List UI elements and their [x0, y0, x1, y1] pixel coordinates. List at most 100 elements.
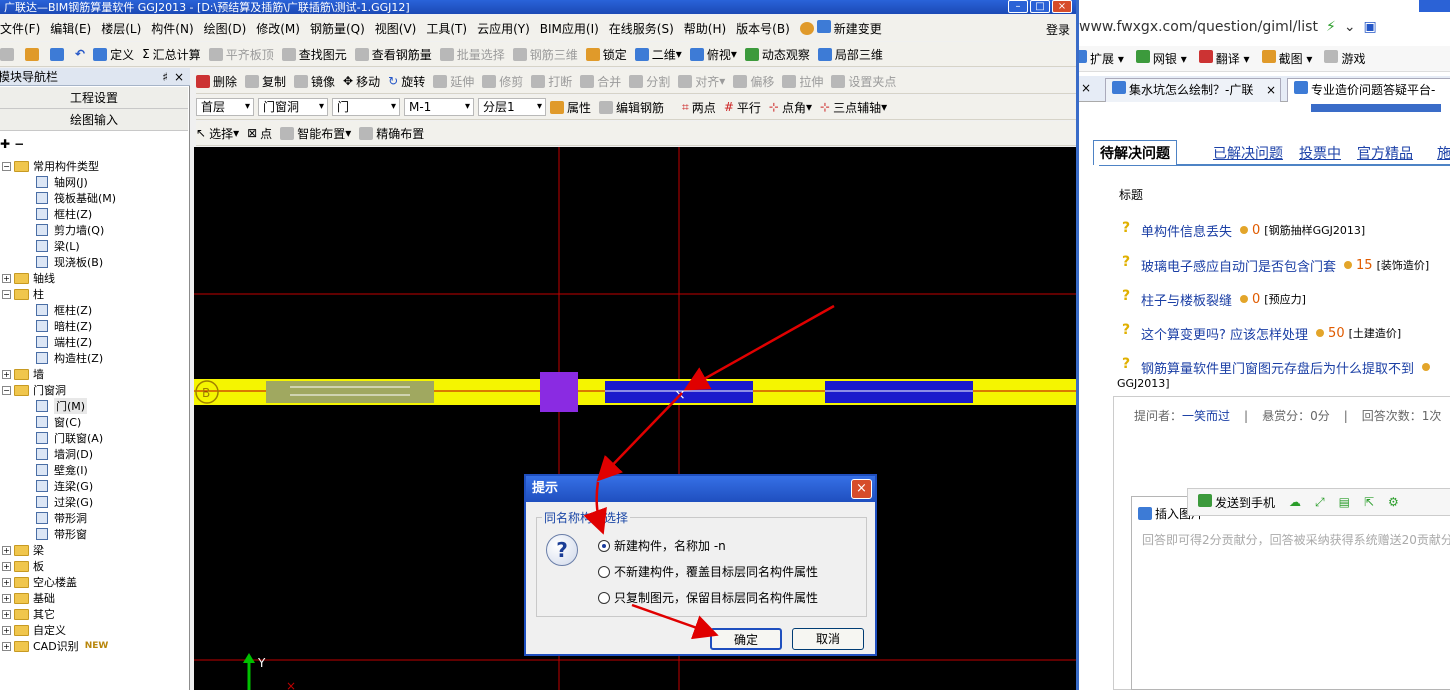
trim-button[interactable]: 修剪 — [482, 73, 523, 90]
asker-name[interactable]: 一笑而过 — [1182, 407, 1230, 424]
menu-component[interactable]: 构件(N) — [151, 20, 193, 37]
tree-item[interactable]: 过梁(G) — [0, 494, 188, 510]
radio-overwrite[interactable] — [598, 565, 610, 578]
expand-icon[interactable]: + — [2, 273, 11, 283]
dynamic-view-button[interactable]: 动态观察 — [744, 46, 810, 63]
close-window-button[interactable]: × — [1052, 0, 1072, 13]
menu-help[interactable]: 帮助(H) — [684, 20, 726, 37]
tree-item[interactable]: 筏板基础(M) — [0, 190, 188, 206]
undo-button[interactable]: ↶ — [75, 47, 85, 61]
menu-online[interactable]: 在线服务(S) — [609, 20, 674, 37]
rotate-button[interactable]: ↻ 旋转 — [388, 73, 425, 90]
component-select[interactable]: M-1 — [404, 98, 474, 116]
bank-button[interactable]: 网银 ▾ — [1135, 50, 1187, 67]
layer-select[interactable]: 分层1 — [478, 98, 546, 116]
tree-folder[interactable]: + 空心楼盖 — [0, 574, 188, 590]
editor-placeholder[interactable]: 回答即可得2分贡献分，回答被采纳获得系统赠送20贡献分 — [1142, 531, 1450, 548]
tab-pending[interactable]: 待解决问题 — [1093, 140, 1177, 165]
radio-copy-only[interactable] — [598, 591, 610, 604]
question-title[interactable]: 玻璃电子感应自动门是否包含门套 — [1141, 256, 1336, 275]
delete-button[interactable]: 删除 — [196, 73, 237, 90]
split-button[interactable]: 分割 — [629, 73, 670, 90]
copy-button[interactable]: 复制 — [245, 73, 286, 90]
expand-icon[interactable]: + — [2, 609, 11, 619]
expand-icon[interactable]: + — [2, 561, 11, 571]
tree-folder[interactable]: + 墙 — [0, 366, 188, 382]
expand-icon[interactable]: + — [2, 641, 11, 651]
option-overwrite[interactable]: 不新建构件，覆盖目标层同名构件属性 — [598, 563, 818, 580]
translate-button[interactable]: 翻译 ▾ — [1198, 50, 1250, 67]
list-item[interactable]: 这个算变更吗? 应该怎样处理 50 [土建造价] — [1141, 323, 1401, 343]
define-button[interactable]: 定义 — [93, 46, 134, 63]
address-bar[interactable]: www.fwxgx.com/question/giml/list ⚡ ⌄ ▣ — [1079, 14, 1450, 40]
list-item[interactable]: 钢筋算量软件里门窗图元存盘后为什么提取不到 — [1141, 357, 1434, 377]
rebar-3d-button[interactable]: 钢筋三维 — [512, 46, 578, 63]
smart-layout-dropdown[interactable]: 智能布置 ▾ — [280, 125, 351, 142]
settings-gear-icon[interactable]: ⚙ — [1388, 495, 1399, 509]
two-point-button[interactable]: ⌗ 两点 — [682, 99, 716, 116]
send-to-phone-button[interactable]: 发送到手机 — [1198, 493, 1275, 511]
top-view-dropdown[interactable]: 俯视 ▾ — [689, 46, 737, 63]
set-point-button[interactable]: 设置夹点 — [831, 73, 896, 90]
list-item[interactable]: 玻璃电子感应自动门是否包含门套 15 [装饰造价] — [1141, 255, 1429, 275]
list-item[interactable]: 单构件信息丢失 0 [钢筋抽样GGJ2013] — [1141, 220, 1365, 240]
precise-layout-button[interactable]: 精确布置 — [359, 125, 424, 142]
tree-folder[interactable]: − 常用构件类型 — [0, 158, 188, 174]
cloud-icon[interactable]: ☁ — [1289, 495, 1301, 509]
view-2d-dropdown[interactable]: 二维 ▾ — [634, 46, 682, 63]
screenshot-button[interactable]: 截图 ▾ — [1261, 50, 1312, 67]
share-icon[interactable]: ⇱ — [1364, 495, 1374, 509]
tree-folder[interactable]: + 基础 — [0, 590, 188, 606]
menu-edit[interactable]: 编辑(E) — [50, 20, 91, 37]
sum-calc-button[interactable]: Σ 汇总计算 — [142, 46, 201, 63]
tab-qa-platform[interactable]: 专业造价问题答疑平台- — [1287, 78, 1450, 102]
tree-expand-collapse[interactable]: ✚ − — [0, 136, 24, 152]
select-dropdown[interactable]: ↖ 选择 ▾ — [196, 125, 239, 142]
property-button[interactable]: 属性 — [550, 99, 591, 116]
open-button[interactable] — [25, 47, 42, 61]
tree-item[interactable]: 带形窗 — [0, 526, 188, 542]
batch-select-button[interactable]: 批量选择 — [439, 46, 505, 63]
game-button[interactable]: 游戏 — [1324, 50, 1365, 67]
tree-folder[interactable]: + 轴线 — [0, 270, 188, 286]
point-button[interactable]: ⊠ 点 — [247, 125, 272, 142]
tree-item[interactable]: 框柱(Z) — [0, 302, 188, 318]
parallel-button[interactable]: # 平行 — [724, 99, 761, 116]
expand-icon[interactable]: + — [2, 545, 11, 555]
lightning-icon[interactable]: ⚡ — [1326, 19, 1336, 35]
menu-modify[interactable]: 修改(M) — [256, 20, 300, 37]
category-select[interactable]: 门窗洞 — [258, 98, 328, 116]
window-element[interactable] — [266, 381, 434, 403]
tree-folder[interactable]: + CAD识别 NEW — [0, 638, 188, 654]
drawing-input-button[interactable]: 绘图输入 — [0, 109, 188, 131]
offset-button[interactable]: 偏移 — [733, 73, 774, 90]
new-file-button[interactable] — [0, 47, 17, 61]
tree-item[interactable]: 窗(C) — [0, 414, 188, 430]
menu-rebar[interactable]: 钢筋量(Q) — [310, 20, 365, 37]
save-page-icon[interactable]: ▤ — [1339, 495, 1350, 509]
expand-all-icon[interactable]: ✚ — [0, 137, 10, 151]
answer-editor[interactable]: 插入图片 回答即可得2分贡献分，回答被采纳获得系统赠送20贡献分 — [1131, 496, 1450, 690]
question-title[interactable]: 钢筋算量软件里门窗图元存盘后为什么提取不到 — [1141, 358, 1414, 377]
tree-item[interactable]: 端柱(Z) — [0, 334, 188, 350]
option-copy-only[interactable]: 只复制图元，保留目标层同名构件属性 — [598, 589, 818, 606]
save-button[interactable] — [50, 47, 67, 61]
tree-item[interactable]: 框柱(Z) — [0, 206, 188, 222]
column-element[interactable] — [540, 372, 578, 412]
menu-file[interactable]: 文件(F) — [0, 20, 40, 37]
question-title[interactable]: 单构件信息丢失 — [1141, 221, 1232, 240]
search-engine-icon[interactable]: ▣ — [1364, 19, 1377, 35]
break-button[interactable]: 打断 — [531, 73, 572, 90]
local-3d-button[interactable]: 局部三维 — [817, 46, 883, 63]
question-title[interactable]: 柱子与楼板裂缝 — [1141, 290, 1232, 309]
tree-item[interactable]: 现浇板(B) — [0, 254, 188, 270]
tab-sump-pit[interactable]: 集水坑怎么绘制？-广联 × — [1105, 78, 1281, 102]
tree-item[interactable]: 墙洞(D) — [0, 446, 188, 462]
tree-item[interactable]: 连梁(G) — [0, 478, 188, 494]
tree-folder[interactable]: + 其它 — [0, 606, 188, 622]
menu-cloud[interactable]: 云应用(Y) — [477, 20, 530, 37]
nav-close-icon[interactable]: × — [174, 70, 184, 84]
type-select[interactable]: 门 — [332, 98, 400, 116]
move-button[interactable]: ✥ 移动 — [343, 73, 380, 90]
menu-bim[interactable]: BIM应用(I) — [540, 20, 599, 37]
